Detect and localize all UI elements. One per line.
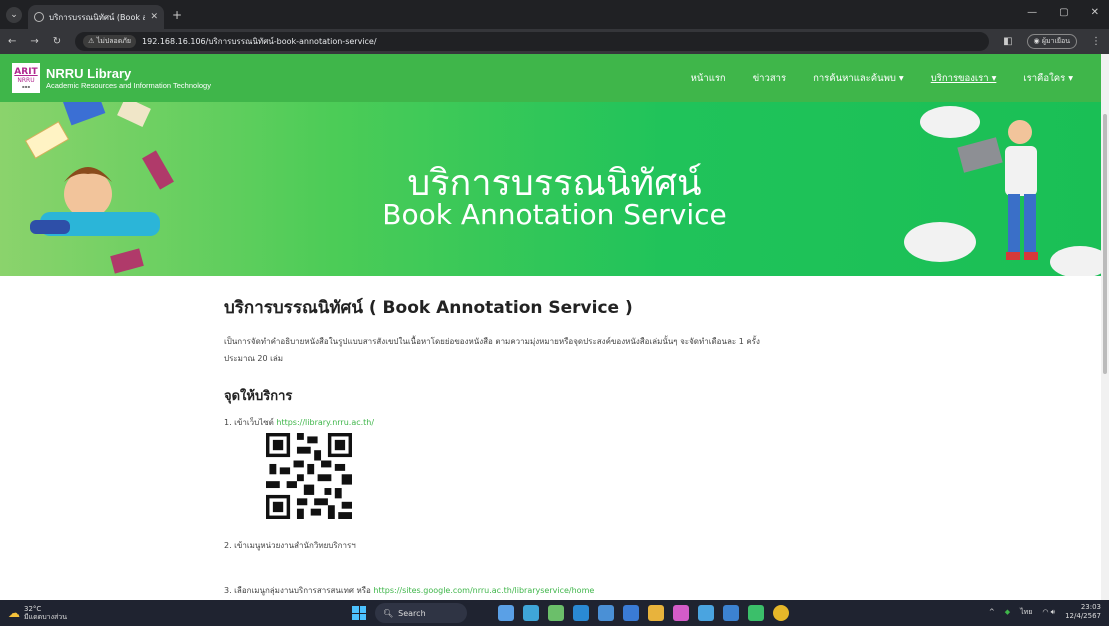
- app-icon[interactable]: [548, 605, 564, 621]
- windows-taskbar: ☁ 32°C มีแดดบางส่วน 🔍︎ Search ^ ◆ ไทย ◠ …: [0, 600, 1109, 626]
- chevron-up-icon[interactable]: ^: [989, 608, 995, 616]
- main-menu: หน้าแรก ข่าวสาร การค้นหาและค้นพบ ▾ บริกา…: [691, 54, 1073, 102]
- app-icon[interactable]: [723, 605, 739, 621]
- widgets-icon[interactable]: [498, 605, 514, 621]
- tab-title: บริการบรรณนิทัศน์ (Book annotati: [49, 12, 146, 22]
- site-navbar: ARIT NRRU ▪▪▪ NRRU Library Academic Reso…: [0, 54, 1109, 102]
- brand-subtitle: Academic Resources and Information Techn…: [46, 81, 211, 90]
- system-tray: ^ ◆ ไทย ◠ 🔊︎ 23:03 12/4/2567: [989, 603, 1101, 621]
- menu-item-news[interactable]: ข่าวสาร: [753, 71, 786, 86]
- brand-name: NRRU Library: [46, 66, 132, 81]
- chrome-icon[interactable]: [773, 605, 789, 621]
- scrollbar-thumb[interactable]: [1103, 114, 1107, 374]
- minimize-icon[interactable]: —: [1027, 7, 1037, 18]
- edge-icon[interactable]: [573, 605, 589, 621]
- profile-button[interactable]: ◉ ผู้มาเยือน: [1026, 34, 1077, 49]
- side-panel-icon[interactable]: ◧: [1003, 36, 1012, 47]
- step-3: 3. เลือกเมนูกลุ่มงานบริการสารสนเทศ หรือ …: [224, 586, 595, 595]
- banner-title-english: Book Annotation Service: [382, 198, 727, 231]
- library-service-site-link[interactable]: https://sites.google.com/nrru.ac.th/libr…: [373, 586, 594, 595]
- page-scrollbar[interactable]: [1101, 54, 1109, 600]
- wifi-icon[interactable]: ◠ 🔊︎: [1042, 608, 1055, 617]
- step-1: 1. เข้าเว็บไซต์ https://library.nrru.ac.…: [224, 418, 375, 427]
- tab-search-button[interactable]: ⌄: [6, 6, 22, 23]
- browser-toolbar: ← → ↻ ⚠ ไม่ปลอดภัย 192.168.16.106/บริการ…: [0, 29, 1109, 54]
- weather-icon: ☁: [8, 606, 20, 620]
- back-icon[interactable]: ←: [8, 36, 16, 47]
- library-website-link[interactable]: https://library.nrru.ac.th/: [276, 418, 374, 427]
- app-icon[interactable]: [673, 605, 689, 621]
- step-2: 2. เข้าเมนูหน่วยงานสำนักวิทยบริการฯ: [224, 541, 356, 550]
- file-explorer-icon[interactable]: [648, 605, 664, 621]
- app-icon[interactable]: [623, 605, 639, 621]
- browser-tab[interactable]: บริการบรรณนิทัศน์ (Book annotati ✕: [28, 5, 164, 29]
- page-viewport: ARIT NRRU ▪▪▪ NRRU Library Academic Reso…: [0, 54, 1109, 600]
- search-icon: 🔍︎: [383, 608, 394, 618]
- qr-code: [266, 433, 352, 519]
- restore-icon[interactable]: ▢: [1059, 7, 1068, 18]
- temperature: 32°C: [24, 605, 42, 613]
- close-window-icon[interactable]: ✕: [1091, 7, 1099, 18]
- window-controls: — ▢ ✕: [1027, 7, 1099, 18]
- app-tray-icon[interactable]: ◆: [1005, 608, 1010, 616]
- arit-logo[interactable]: ARIT NRRU ▪▪▪: [12, 63, 40, 93]
- reload-icon[interactable]: ↻: [53, 36, 61, 47]
- app-icon[interactable]: [698, 605, 714, 621]
- language-indicator[interactable]: ไทย: [1020, 607, 1032, 618]
- page-title: บริการบรรณนิทัศน์ ( Book Annotation Serv…: [224, 298, 633, 318]
- weather-widget[interactable]: ☁ 32°C มีแดดบางส่วน: [8, 605, 67, 621]
- app-icon[interactable]: [748, 605, 764, 621]
- browser-tab-bar: ⌄ บริการบรรณนิทัศน์ (Book annotati ✕ + —…: [0, 0, 1109, 29]
- main-content: บริการบรรณนิทัศน์ ( Book Annotation Serv…: [224, 276, 914, 597]
- copilot-icon[interactable]: [523, 605, 539, 621]
- menu-item-home[interactable]: หน้าแรก: [691, 71, 726, 86]
- url-text[interactable]: 192.168.16.106/บริการบรรณนิทัศน์-book-an…: [142, 35, 377, 48]
- globe-icon: [34, 12, 44, 22]
- photos-icon[interactable]: [598, 605, 614, 621]
- forward-icon[interactable]: →: [30, 36, 38, 47]
- security-warning-badge[interactable]: ⚠ ไม่ปลอดภัย: [83, 35, 137, 48]
- hero-banner: บริการบรรณนิทัศน์ Book Annotation Servic…: [0, 102, 1109, 276]
- menu-item-our-services[interactable]: บริการของเรา ▾: [931, 71, 997, 86]
- menu-dots-icon[interactable]: ⋮: [1091, 36, 1101, 47]
- taskbar-apps: 🔍︎ Search: [352, 603, 789, 623]
- menu-item-search-discovery[interactable]: การค้นหาและค้นพบ ▾: [813, 71, 904, 86]
- clock[interactable]: 23:03 12/4/2567: [1065, 603, 1101, 621]
- menu-item-about-us[interactable]: เราคือใคร ▾: [1023, 71, 1073, 86]
- windows-start-icon[interactable]: [352, 606, 366, 620]
- weather-text: มีแดดบางส่วน: [24, 613, 67, 621]
- taskbar-search[interactable]: 🔍︎ Search: [375, 603, 467, 623]
- close-tab-icon[interactable]: ✕: [150, 12, 158, 22]
- service-points-heading: จุดให้บริการ: [224, 389, 293, 404]
- new-tab-button[interactable]: +: [172, 8, 182, 22]
- address-bar[interactable]: ⚠ ไม่ปลอดภัย 192.168.16.106/บริการบรรณนิ…: [75, 32, 990, 51]
- site-brand[interactable]: NRRU Library Academic Resources and Info…: [46, 66, 211, 90]
- service-description: เป็นการจัดทำคำอธิบายหนังสือในรูปแบบสารสั…: [224, 337, 760, 363]
